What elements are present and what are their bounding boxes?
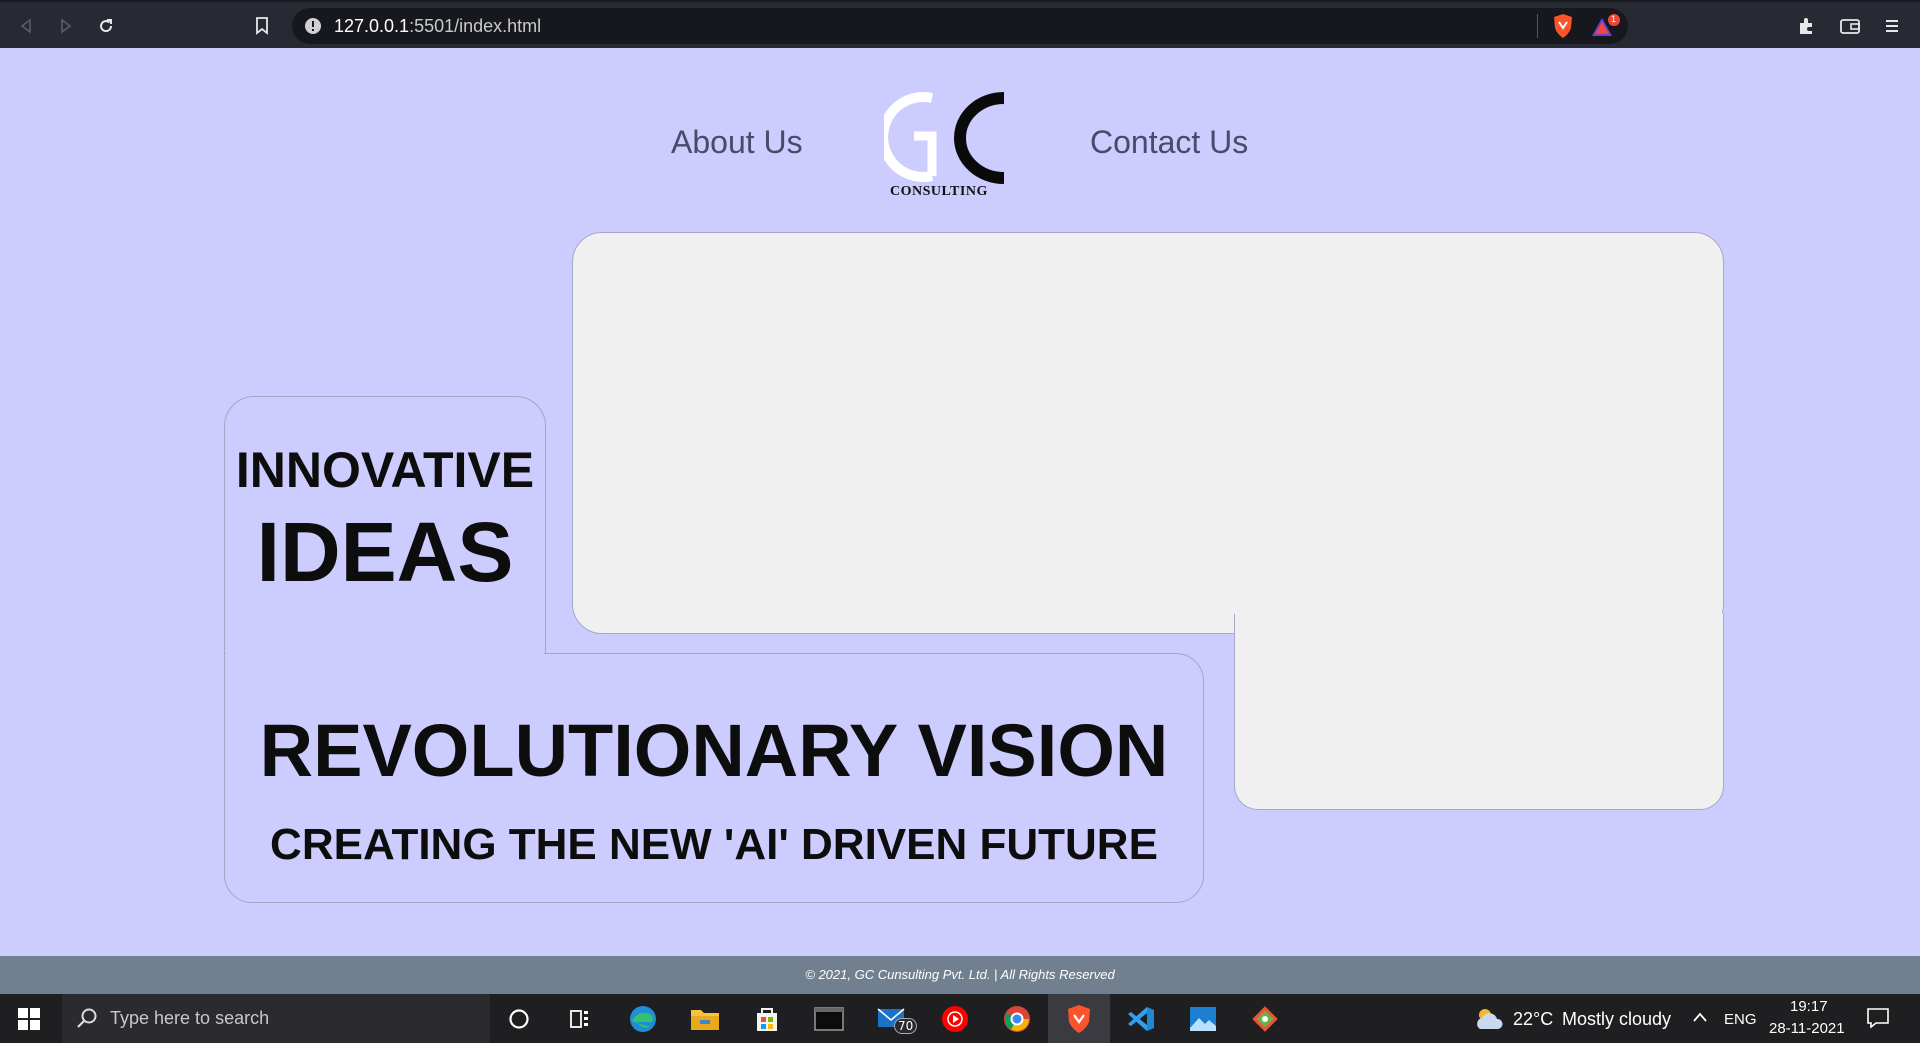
url-text: 127.0.0.1:5501/index.html bbox=[334, 16, 541, 37]
language-indicator[interactable]: ENG bbox=[1724, 1011, 1757, 1028]
gc-consulting-logo[interactable] bbox=[884, 86, 1008, 200]
nav-contact-link[interactable]: Contact Us bbox=[1090, 124, 1248, 161]
brave-browser-icon[interactable] bbox=[1062, 1002, 1096, 1036]
mail-icon[interactable]: 70 bbox=[876, 1002, 918, 1036]
bookmark-icon[interactable] bbox=[248, 12, 276, 40]
brave-rewards-icon[interactable]: 1 bbox=[1590, 14, 1620, 45]
edge-icon[interactable] bbox=[626, 1002, 660, 1036]
card-join bbox=[226, 648, 544, 660]
url-host: 127.0.0.1 bbox=[334, 16, 410, 36]
chevron-up-icon[interactable] bbox=[1692, 1010, 1708, 1028]
vscode-icon[interactable] bbox=[1124, 1002, 1158, 1036]
windows-taskbar: Type here to search 70 22°C Mostly cloud… bbox=[0, 994, 1920, 1043]
image-panel-small bbox=[1234, 614, 1724, 810]
weather-cloud-icon[interactable] bbox=[1474, 1007, 1504, 1036]
weather-temp[interactable]: 22°C bbox=[1513, 1009, 1553, 1030]
wallet-icon[interactable] bbox=[1836, 12, 1864, 40]
revolutionary-vision-heading: REVOLUTIONARY VISION bbox=[259, 709, 1169, 792]
cortana-icon[interactable] bbox=[502, 1002, 536, 1036]
clock-date[interactable]: 28-11-2021 bbox=[1769, 1020, 1845, 1037]
menu-icon[interactable] bbox=[1878, 12, 1906, 40]
file-explorer-icon[interactable] bbox=[688, 1002, 722, 1036]
weather-description[interactable]: Mostly cloudy bbox=[1562, 1009, 1671, 1030]
reload-icon[interactable] bbox=[92, 12, 120, 40]
nav-about-link[interactable]: About Us bbox=[671, 124, 803, 161]
task-view-icon[interactable] bbox=[563, 1002, 597, 1036]
microsoft-store-icon[interactable] bbox=[750, 1002, 784, 1036]
tagline-text: CREATING THE NEW 'AI' DRIVEN FUTURE bbox=[270, 820, 1158, 869]
clock-time[interactable]: 19:17 bbox=[1790, 998, 1828, 1015]
rewards-badge: 1 bbox=[1611, 14, 1617, 24]
back-icon[interactable] bbox=[12, 12, 40, 40]
info-icon[interactable] bbox=[304, 17, 322, 40]
youtube-music-icon[interactable] bbox=[938, 1002, 972, 1036]
address-bar[interactable]: 127.0.0.1:5501/index.html 1 bbox=[292, 8, 1628, 44]
extensions-icon[interactable] bbox=[1792, 12, 1820, 40]
mail-badge: 70 bbox=[894, 1018, 918, 1034]
search-icon bbox=[76, 1007, 98, 1034]
url-path: :5501/index.html bbox=[409, 16, 542, 36]
notification-center-icon[interactable] bbox=[1866, 1007, 1890, 1034]
innovative-heading: INNOVATIVE bbox=[235, 442, 535, 498]
chrome-icon[interactable] bbox=[1000, 1002, 1034, 1036]
taskbar-search-box[interactable]: Type here to search bbox=[62, 994, 490, 1043]
windows-start-icon[interactable] bbox=[12, 1002, 46, 1036]
logo-text: CONSULTING bbox=[890, 184, 988, 199]
copyright-text: © 2021, GC Cunsulting Pvt. Ltd. | All Ri… bbox=[805, 967, 1115, 982]
ideas-heading: IDEAS bbox=[256, 505, 514, 599]
search-placeholder: Type here to search bbox=[110, 1008, 270, 1028]
terminal-icon[interactable] bbox=[812, 1002, 846, 1036]
divider bbox=[1537, 14, 1538, 38]
git-icon[interactable] bbox=[1248, 1002, 1282, 1036]
photos-icon[interactable] bbox=[1186, 1002, 1220, 1036]
web-page: About Us Contact Us CONSULTING INNOVATIV… bbox=[0, 48, 1920, 956]
brave-shields-icon[interactable] bbox=[1552, 13, 1574, 44]
forward-icon[interactable] bbox=[52, 12, 80, 40]
browser-toolbar: 127.0.0.1:5501/index.html 1 bbox=[0, 0, 1920, 48]
panel-join bbox=[1236, 568, 1722, 638]
footer: © 2021, GC Cunsulting Pvt. Ltd. | All Ri… bbox=[0, 956, 1920, 994]
